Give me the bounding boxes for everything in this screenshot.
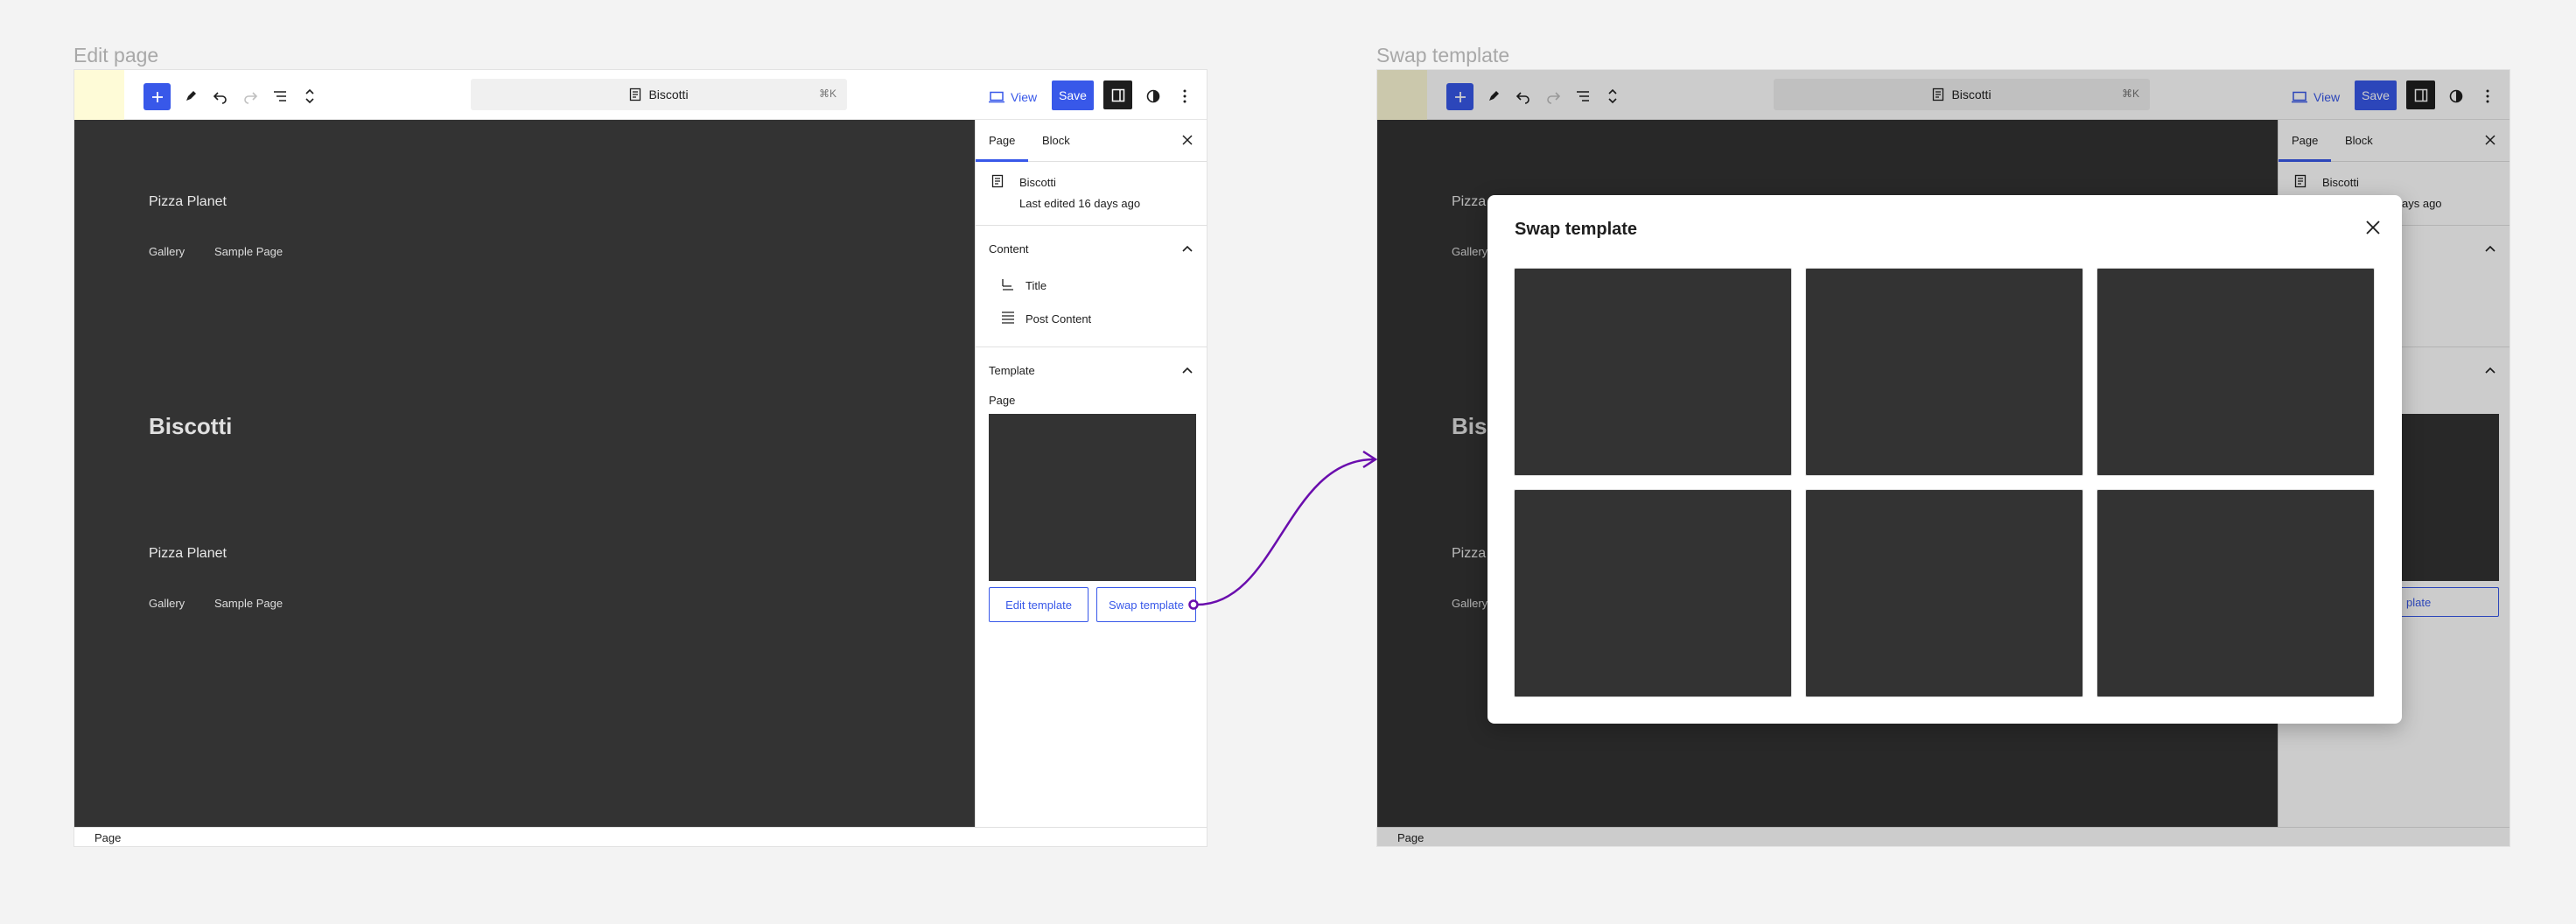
- page-icon: [991, 174, 1004, 188]
- list-view-button[interactable]: [267, 83, 293, 109]
- site-icon[interactable]: [74, 70, 124, 120]
- redo-icon: [244, 92, 258, 104]
- sidebar-tabs: Page Block: [976, 120, 1207, 162]
- document-tools-button[interactable]: [297, 83, 323, 109]
- save-button[interactable]: Save: [1052, 80, 1094, 110]
- view-label: View: [1011, 89, 1038, 104]
- sidebar-icon: [1111, 88, 1124, 102]
- active-tab-indicator: [976, 159, 1028, 162]
- editor-window-edit: Biscotti ⌘K View Save Pizza Planet Galle…: [74, 69, 1208, 847]
- more-vertical-icon: [1183, 89, 1186, 103]
- title-icon: [1002, 279, 1013, 290]
- template-preview: [989, 414, 1196, 581]
- pen-icon: [186, 91, 196, 101]
- swap-template-modal: Swap template: [1488, 195, 2402, 724]
- settings-sidebar: Page Block Biscotti Last edited 16 days …: [975, 120, 1207, 827]
- tab-page[interactable]: Page: [989, 134, 1015, 147]
- command-title: Biscotti: [648, 88, 689, 102]
- editor-toolbar: Biscotti ⌘K View Save: [74, 70, 1207, 120]
- add-block-button[interactable]: [144, 83, 171, 110]
- modal-title: Swap template: [1515, 220, 1638, 239]
- content-item-post-content[interactable]: Post Content: [1026, 312, 1091, 326]
- site-title[interactable]: Pizza Planet: [149, 194, 227, 210]
- page-icon: [630, 88, 641, 102]
- caption-swap-template: Swap template: [1376, 44, 1510, 66]
- divider: [976, 346, 1207, 347]
- content-panel-heading[interactable]: Content: [989, 242, 1029, 256]
- tab-block[interactable]: Block: [1042, 134, 1070, 147]
- command-shortcut: ⌘K: [818, 88, 836, 100]
- nav-item-gallery[interactable]: Gallery: [149, 245, 185, 258]
- undo-button[interactable]: [207, 83, 234, 109]
- chevron-up-icon[interactable]: [1182, 245, 1193, 252]
- breadcrumb-page[interactable]: Page: [94, 831, 121, 844]
- close-icon[interactable]: [2365, 220, 2381, 235]
- view-button[interactable]: View: [989, 83, 1037, 110]
- template-panel-heading[interactable]: Template: [989, 364, 1035, 377]
- plus-icon: [151, 91, 163, 102]
- undo-icon: [213, 92, 227, 104]
- paragraph-icon: [1002, 312, 1014, 324]
- tools-button[interactable]: [178, 83, 204, 109]
- arrow-path: [1196, 458, 1375, 606]
- page-summary-title: Biscotti: [1019, 176, 1056, 189]
- content-item-title[interactable]: Title: [1026, 279, 1046, 292]
- editor-canvas[interactable]: Pizza Planet Gallery Sample Page Biscott…: [74, 120, 975, 827]
- template-option[interactable]: [1514, 489, 1792, 697]
- template-option[interactable]: [1805, 489, 2083, 697]
- template-option[interactable]: [1805, 268, 2083, 476]
- redo-button[interactable]: [237, 83, 263, 109]
- footer-nav-item-sample-page[interactable]: Sample Page: [214, 597, 283, 610]
- styles-button[interactable]: [1140, 83, 1166, 109]
- status-bar: Page: [74, 827, 1207, 846]
- contrast-icon: [1146, 89, 1160, 103]
- close-icon[interactable]: [1182, 135, 1193, 145]
- last-edited: Last edited 16 days ago: [1019, 197, 1141, 210]
- list-view-icon: [274, 91, 286, 102]
- options-button[interactable]: [1172, 83, 1198, 109]
- template-option[interactable]: [2096, 268, 2375, 476]
- arrow-head-icon: [1362, 450, 1378, 469]
- post-title[interactable]: Biscotti: [149, 413, 232, 440]
- swap-template-button[interactable]: Swap template: [1096, 587, 1196, 622]
- caption-edit-page: Edit page: [74, 44, 159, 66]
- template-name: Page: [989, 394, 1016, 407]
- settings-button[interactable]: [1103, 80, 1132, 109]
- divider: [976, 225, 1207, 226]
- template-option[interactable]: [1514, 268, 1792, 476]
- chevron-up-icon[interactable]: [1182, 367, 1193, 374]
- command-palette[interactable]: Biscotti ⌘K: [471, 79, 847, 110]
- template-option[interactable]: [2096, 489, 2375, 697]
- footer-site-title[interactable]: Pizza Planet: [149, 546, 227, 562]
- chevron-up-down-icon: [305, 88, 314, 104]
- footer-nav-item-gallery[interactable]: Gallery: [149, 597, 185, 610]
- nav-item-sample-page[interactable]: Sample Page: [214, 245, 283, 258]
- editor-window-swap: Biscotti ⌘K View Save Pizza Planet Galle…: [1376, 69, 2510, 847]
- desktop-icon: [989, 91, 1004, 102]
- edit-template-button[interactable]: Edit template: [989, 587, 1088, 622]
